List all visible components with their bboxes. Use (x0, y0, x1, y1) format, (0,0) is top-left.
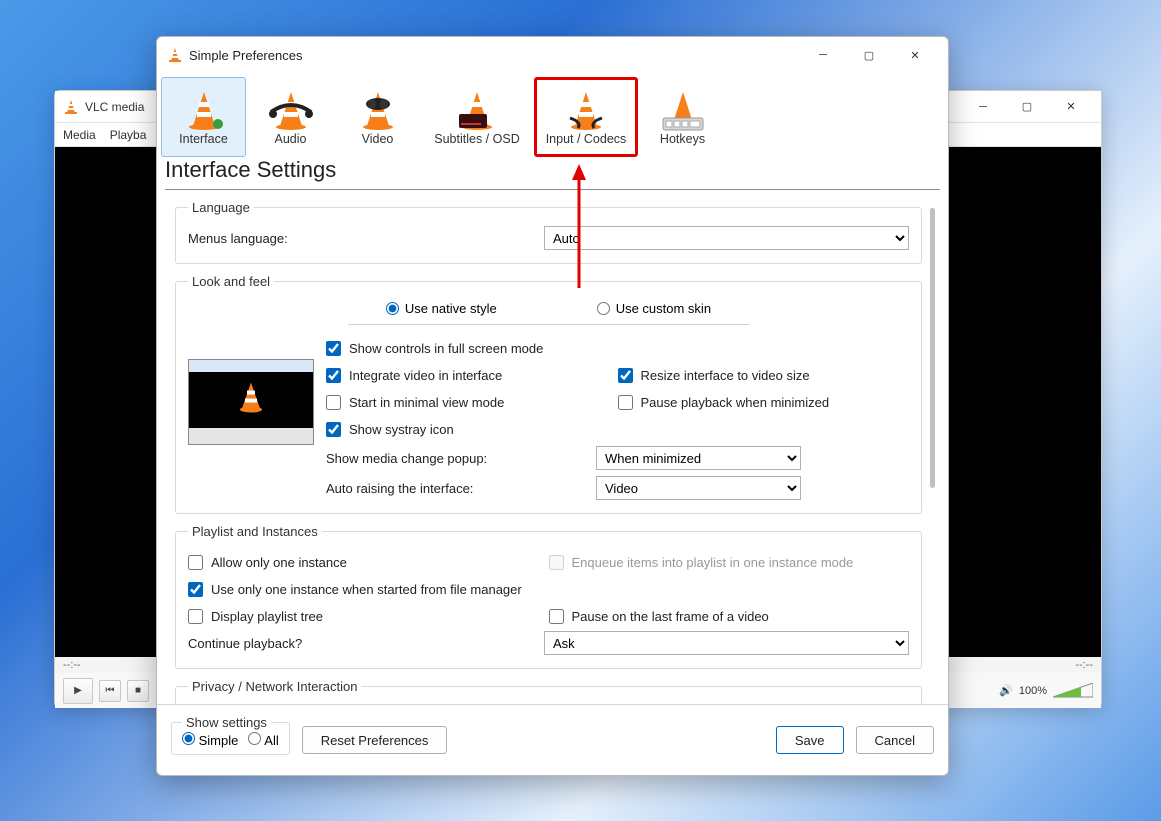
section-rule (165, 189, 940, 190)
menu-playback[interactable]: Playba (110, 128, 147, 142)
interface-preview (188, 359, 314, 445)
maximize-button[interactable]: ▢ (846, 39, 892, 71)
tab-subtitles[interactable]: Subtitles / OSD (422, 77, 532, 157)
tab-audio[interactable]: Audio (248, 77, 333, 157)
continue-combo[interactable]: Ask (544, 631, 909, 655)
playlist-group: Playlist and Instances Allow only one in… (175, 524, 922, 669)
show-all-radio[interactable]: All (248, 732, 278, 748)
cb-systray[interactable]: Show systray icon (326, 416, 618, 443)
time-elapsed: --:-- (63, 659, 81, 671)
playlist-legend: Playlist and Instances (188, 524, 322, 539)
minimize-button[interactable]: ─ (961, 92, 1005, 122)
close-button[interactable]: ✕ (892, 39, 938, 71)
speaker-icon: 🔊 (999, 684, 1013, 697)
prefs-tabs: Interface Audio Video Subtitles / OSD In… (157, 73, 948, 157)
cb-integrate-video[interactable]: Integrate video in interface (326, 362, 618, 389)
prefs-footer: Show settings Simple All Reset Preferenc… (157, 704, 948, 775)
cb-one-instance-fm[interactable]: Use only one instance when started from … (188, 576, 909, 603)
menus-language-combo[interactable]: Auto (544, 226, 909, 250)
tab-label: Input / Codecs (546, 132, 627, 146)
tab-label: Video (362, 132, 394, 146)
tab-label: Hotkeys (660, 132, 705, 146)
section-title: Interface Settings (157, 157, 948, 189)
video-icon (356, 88, 400, 132)
cb-minimal-view[interactable]: Start in minimal view mode (326, 389, 618, 416)
cb-resize-interface[interactable]: Resize interface to video size (618, 362, 910, 389)
cb-pause-minimized[interactable]: Pause playback when minimized (618, 389, 910, 416)
tab-hotkeys[interactable]: Hotkeys (640, 77, 725, 157)
vlc-cone-icon (167, 47, 183, 63)
menus-language-label: Menus language: (188, 231, 544, 246)
cb-playlist-tree[interactable]: Display playlist tree (188, 603, 549, 630)
prefs-titlebar: Simple Preferences ─ ▢ ✕ (157, 37, 948, 73)
menu-media[interactable]: Media (63, 128, 96, 142)
time-total: --:-- (1075, 659, 1093, 671)
input-codecs-icon (564, 88, 608, 132)
minimize-button[interactable]: ─ (800, 39, 846, 71)
tab-input-codecs[interactable]: Input / Codecs (534, 77, 638, 157)
raise-label: Auto raising the interface: (326, 481, 596, 496)
cb-one-instance[interactable]: Allow only one instance (188, 549, 549, 576)
tab-label: Audio (275, 132, 307, 146)
subtitles-icon (455, 88, 499, 132)
prev-button[interactable]: ⏮ (99, 680, 121, 702)
language-legend: Language (188, 200, 254, 215)
preferences-dialog: Simple Preferences ─ ▢ ✕ Interface Audio… (156, 36, 949, 776)
close-button[interactable]: ✕ (1049, 92, 1093, 122)
tab-label: Interface (179, 132, 228, 146)
vlc-cone-icon (63, 99, 79, 115)
prefs-body: Language Menus language: Auto Look and f… (157, 200, 948, 704)
privacy-group: Privacy / Network Interaction (175, 679, 922, 704)
scrollbar[interactable] (930, 208, 936, 696)
tab-interface[interactable]: Interface (161, 77, 246, 157)
continue-label: Continue playback? (188, 636, 544, 651)
maximize-button[interactable]: ▢ (1005, 92, 1049, 122)
show-settings-group: Show settings Simple All (171, 715, 290, 755)
show-simple-radio[interactable]: Simple (182, 732, 238, 748)
save-button[interactable]: Save (776, 726, 844, 754)
look-feel-group: Look and feel Use native style Use custo… (175, 274, 922, 514)
privacy-legend: Privacy / Network Interaction (188, 679, 361, 694)
tab-video[interactable]: Video (335, 77, 420, 157)
show-settings-legend: Show settings (182, 715, 271, 730)
cancel-button[interactable]: Cancel (856, 726, 934, 754)
prefs-title: Simple Preferences (189, 48, 302, 63)
hotkeys-icon (661, 88, 705, 132)
look-feel-legend: Look and feel (188, 274, 274, 289)
vlc-title: VLC media (85, 100, 144, 114)
reset-button[interactable]: Reset Preferences (302, 726, 448, 754)
tab-label: Subtitles / OSD (434, 132, 519, 146)
language-group: Language Menus language: Auto (175, 200, 922, 264)
stop-button[interactable]: ■ (127, 680, 149, 702)
popup-label: Show media change popup: (326, 451, 596, 466)
volume-percent: 100% (1019, 685, 1047, 697)
audio-icon (269, 88, 313, 132)
custom-skin-radio[interactable]: Use custom skin (597, 301, 711, 316)
cb-enqueue: Enqueue items into playlist in one insta… (549, 549, 910, 576)
cb-fullscreen-controls[interactable]: Show controls in full screen mode (326, 335, 618, 362)
volume-slider[interactable] (1053, 683, 1093, 699)
native-style-radio[interactable]: Use native style (386, 301, 497, 316)
interface-icon (182, 88, 226, 132)
cb-pause-last-frame[interactable]: Pause on the last frame of a video (549, 603, 910, 630)
play-button[interactable]: ▶ (63, 678, 93, 704)
raise-combo[interactable]: Video (596, 476, 801, 500)
popup-combo[interactable]: When minimized (596, 446, 801, 470)
